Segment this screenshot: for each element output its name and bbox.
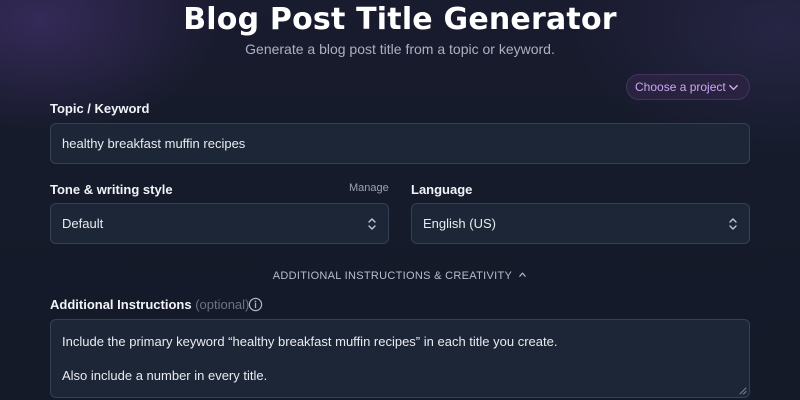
choose-project-label: Choose a project bbox=[635, 80, 726, 94]
instructions-line-1: Include the primary keyword “healthy bre… bbox=[62, 334, 558, 349]
additional-instructions-toggle[interactable]: ADDITIONAL INSTRUCTIONS & CREATIVITY bbox=[0, 270, 800, 282]
instructions-label-text: Additional Instructions bbox=[50, 297, 192, 312]
instructions-textarea[interactable]: Include the primary keyword “healthy bre… bbox=[50, 319, 750, 398]
instructions-line-2: Also include a number in every title. bbox=[62, 368, 268, 383]
info-icon[interactable] bbox=[248, 297, 263, 312]
topic-input[interactable]: healthy breakfast muffin recipes bbox=[50, 123, 750, 164]
select-arrows-icon bbox=[729, 217, 737, 230]
tone-label: Tone & writing style bbox=[50, 182, 173, 197]
page-title: Blog Post Title Generator bbox=[183, 2, 617, 37]
chevron-up-icon bbox=[519, 272, 527, 277]
optional-tag: (optional) bbox=[195, 297, 250, 312]
language-label: Language bbox=[411, 182, 473, 197]
tone-select[interactable]: Default bbox=[50, 203, 389, 244]
resize-handle-icon[interactable] bbox=[739, 387, 747, 395]
generator-form: Blog Post Title Generator Generate a blo… bbox=[0, 0, 800, 400]
topic-label: Topic / Keyword bbox=[50, 101, 150, 116]
language-select-value: English (US) bbox=[423, 216, 496, 231]
instructions-label: Additional Instructions (optional) bbox=[50, 297, 249, 312]
manage-tone-link[interactable]: Manage bbox=[349, 182, 389, 194]
topic-input-value: healthy breakfast muffin recipes bbox=[62, 136, 246, 151]
language-select[interactable]: English (US) bbox=[411, 203, 750, 244]
additional-instructions-toggle-label: ADDITIONAL INSTRUCTIONS & CREATIVITY bbox=[272, 270, 512, 282]
page-subtitle: Generate a blog post title from a topic … bbox=[245, 41, 555, 57]
tone-select-value: Default bbox=[62, 216, 104, 231]
choose-project-button[interactable]: Choose a project bbox=[626, 74, 750, 100]
select-arrows-icon bbox=[368, 217, 376, 230]
chevron-down-icon bbox=[729, 84, 738, 90]
